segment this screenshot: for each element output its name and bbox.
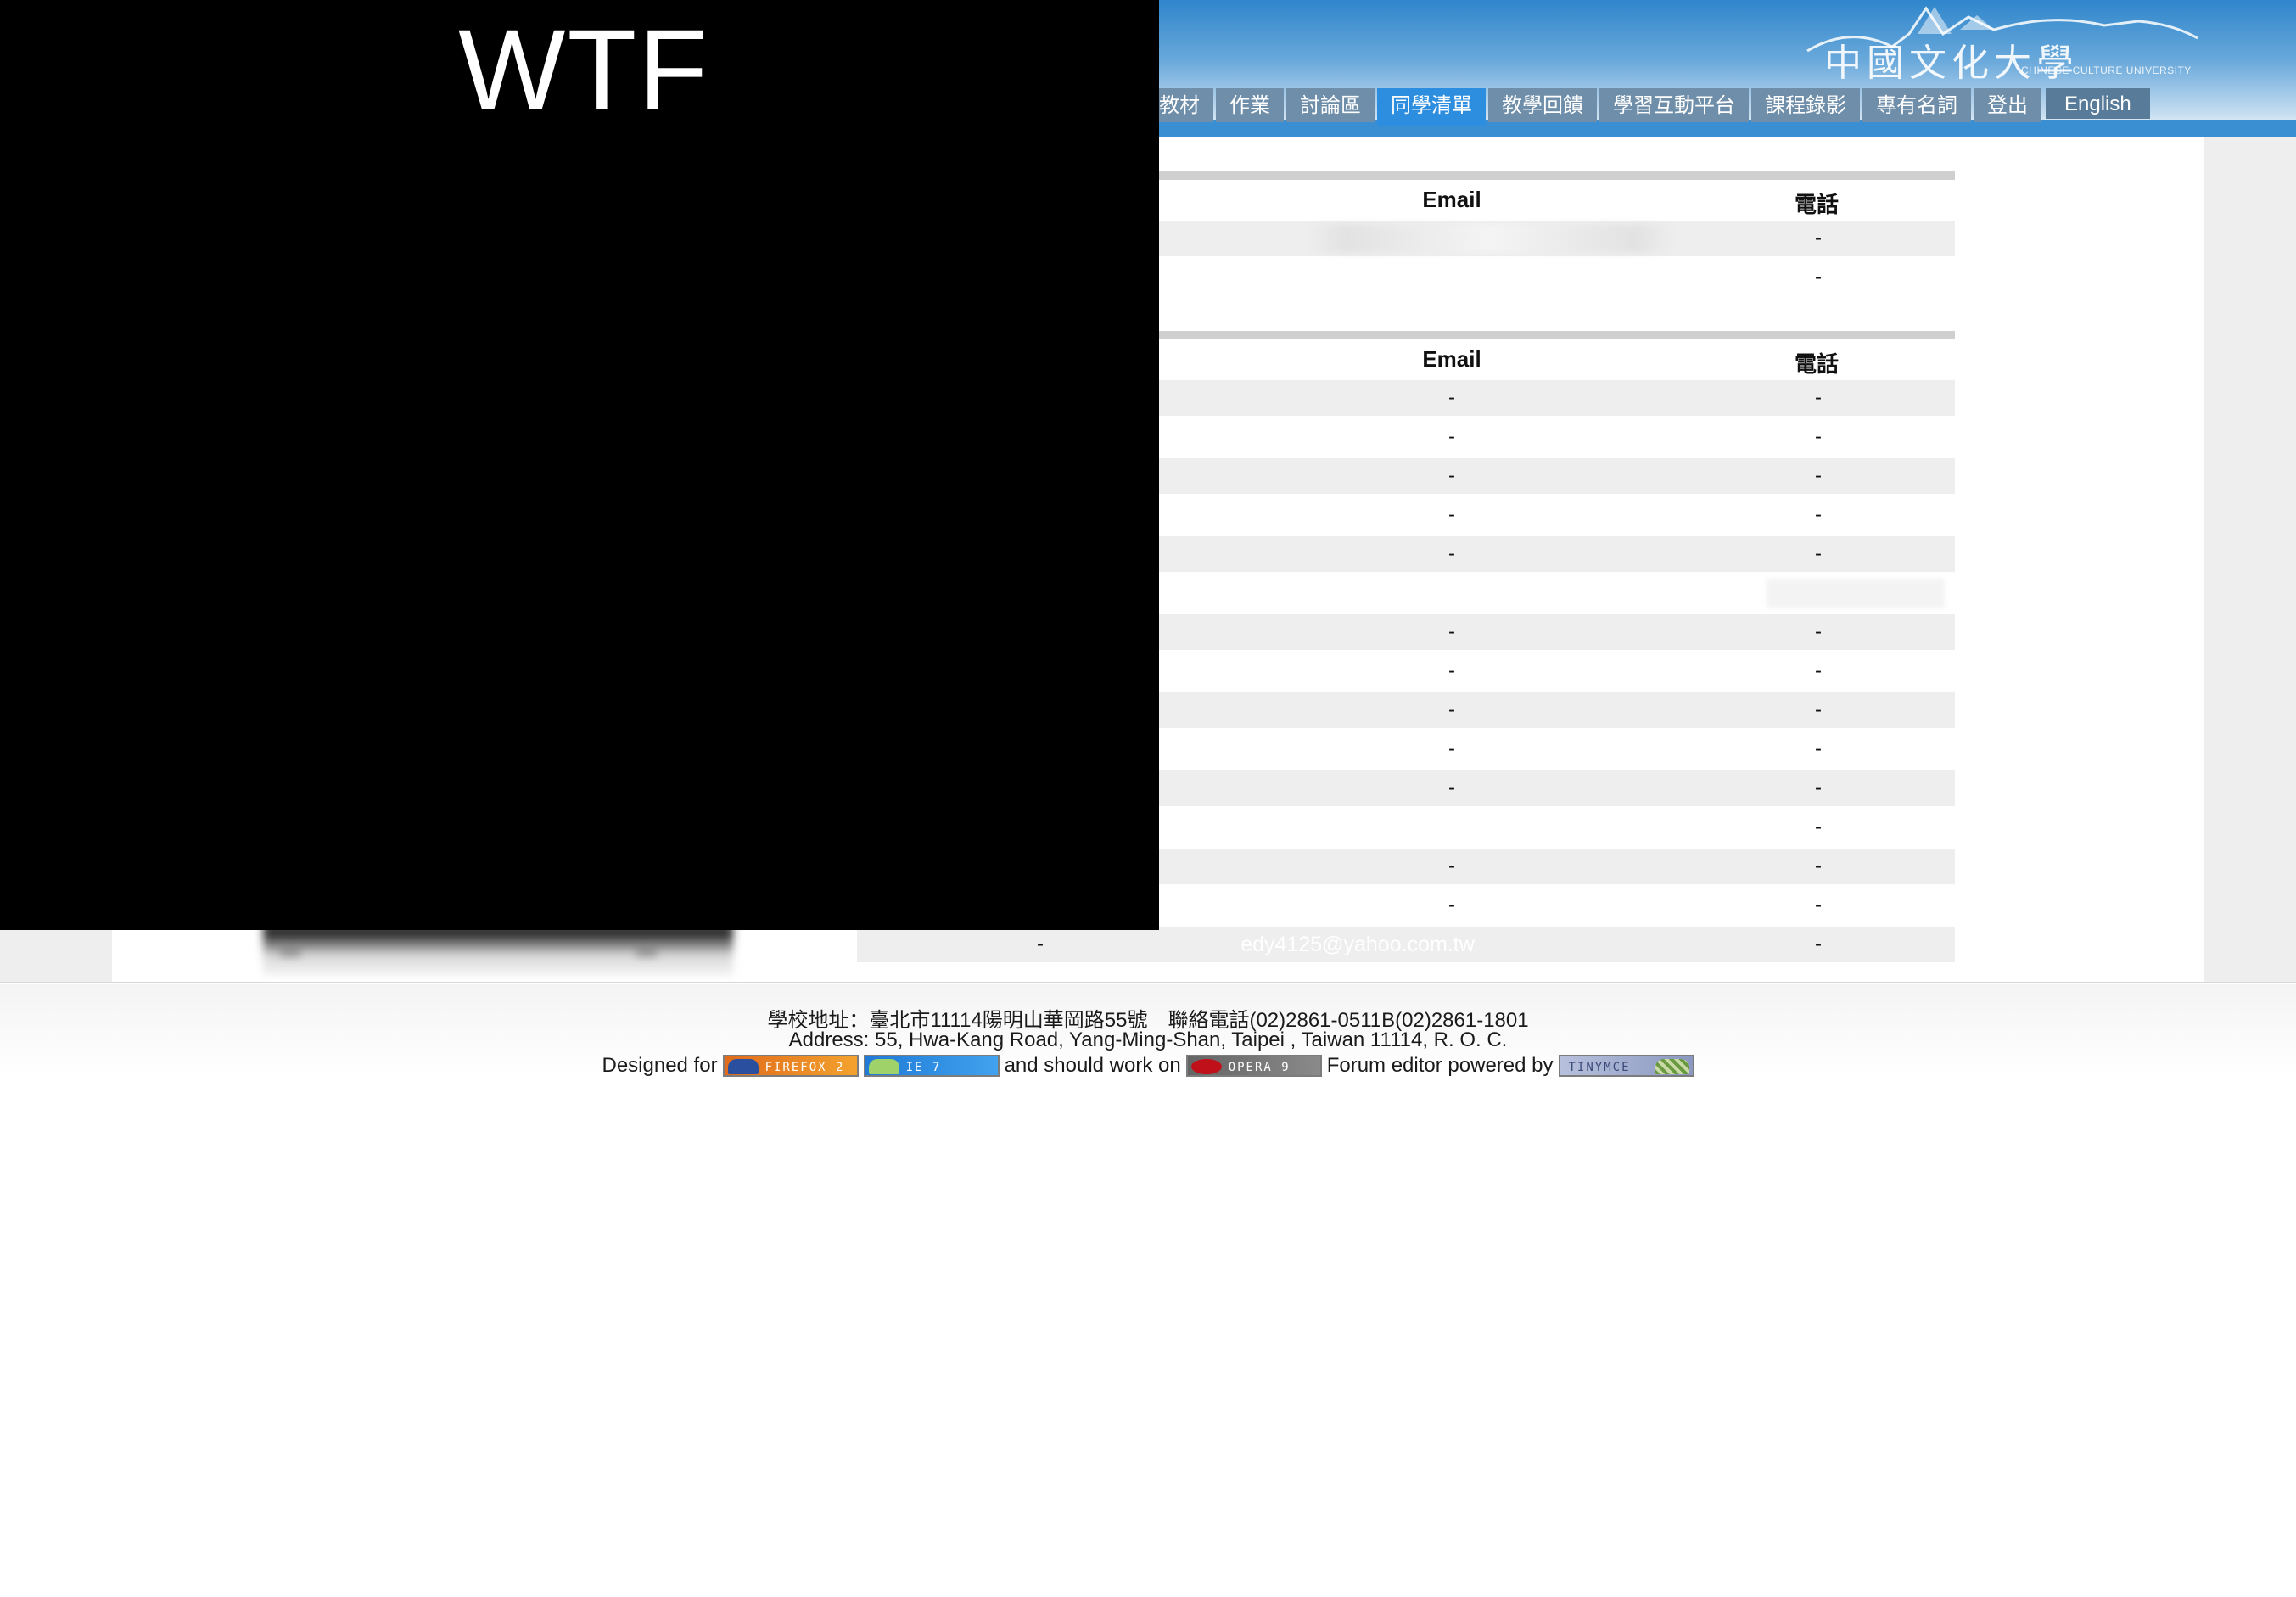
overlay-caption: WTF <box>458 7 710 133</box>
phone-cell: - <box>1815 425 1822 448</box>
footer-address-en: Address: 55, Hwa-Kang Road, Yang-Ming-Sh… <box>788 1028 1508 1051</box>
designed-for-text: Designed for <box>602 1054 718 1077</box>
phone-cell: - <box>1815 815 1822 838</box>
footer-browser-line: Designed for FIREFOX 2 IE 7 and should w… <box>0 1054 2296 1078</box>
email-cell: - <box>1448 542 1455 565</box>
tab-forum[interactable]: 討論區 <box>1286 88 1375 122</box>
phone-cell: - <box>1815 933 1822 955</box>
ie-badge[interactable]: IE 7 <box>863 1055 1000 1077</box>
phone-cell: - <box>1815 659 1822 682</box>
right-gutter <box>2204 136 2296 982</box>
email-cell: - <box>1448 620 1455 643</box>
should-work-on-text: and should work on <box>1004 1054 1181 1077</box>
table1-email-header: Email <box>1422 187 1481 212</box>
phone-cell: - <box>1815 894 1822 916</box>
forum-editor-text: Forum editor powered by <box>1326 1054 1554 1077</box>
table-row: - edy4125@yahoo.com.tw - <box>857 927 1955 962</box>
phone-cell: - <box>1815 542 1822 565</box>
table1-top-border <box>1049 171 1955 180</box>
tinymce-icon <box>1655 1059 1689 1074</box>
table2-phone-header: 電話 <box>1794 351 1839 377</box>
table2-top-border <box>1049 331 1955 339</box>
phone-cell: - <box>1815 266 1822 289</box>
opera-badge[interactable]: OPERA 9 <box>1185 1055 1322 1077</box>
redacted-text: ▬ <box>636 939 657 961</box>
tab-interactive-platform[interactable]: 學習互動平台 <box>1599 88 1749 122</box>
phone-cell: - <box>1815 776 1822 799</box>
redacted-text: ▬ <box>280 939 300 961</box>
tinymce-badge-label: TINYMCE <box>1568 1061 1631 1074</box>
email-cell: - <box>1448 659 1455 682</box>
email-cell: - <box>1448 386 1455 409</box>
redacted-name-fragment: ▬ ▬ <box>263 925 733 976</box>
firefox-icon <box>727 1059 759 1074</box>
email-cell: - <box>1448 503 1455 526</box>
firefox-badge-label: FIREFOX 2 <box>764 1061 845 1074</box>
phone-cell: - <box>1815 227 1822 249</box>
tinymce-badge[interactable]: TINYMCE <box>1558 1055 1694 1077</box>
firefox-badge[interactable]: FIREFOX 2 <box>722 1055 859 1077</box>
email-cell: - <box>1448 698 1455 721</box>
opera-badge-label: OPERA 9 <box>1228 1061 1291 1074</box>
email-cell: - <box>1448 855 1455 877</box>
logo-chinese-text: 中國文化大學 <box>1824 42 2079 85</box>
email-cell: - <box>1448 425 1455 448</box>
email-cell: - <box>1448 776 1455 799</box>
footer-divider <box>0 982 2296 983</box>
table2-email-header: Email <box>1422 346 1481 372</box>
logo-english-text: CHINESE CULTURE UNIVERSITY <box>2021 64 2192 76</box>
table1-phone-header: 電話 <box>1794 192 1839 217</box>
ie-badge-label: IE 7 <box>905 1061 942 1074</box>
opera-icon <box>1190 1059 1222 1074</box>
redaction-overlay: WTF <box>0 0 1159 930</box>
phone-cell: - <box>1815 737 1822 760</box>
phone-cell: - <box>1815 464 1822 487</box>
phone-cell: - <box>1815 503 1822 526</box>
tab-feedback[interactable]: 教學回饋 <box>1488 88 1597 122</box>
email-cell: - <box>1448 737 1455 760</box>
email-cell: - <box>1448 464 1455 487</box>
phone-cell: - <box>1815 698 1822 721</box>
phone-cell: - <box>1815 620 1822 643</box>
phone-cell: - <box>1815 386 1822 409</box>
tab-glossary[interactable]: 專有名詞 <box>1862 88 1971 122</box>
tab-homework[interactable]: 作業 <box>1216 88 1284 122</box>
tab-classmates[interactable]: 同學清單 <box>1377 88 1486 126</box>
phone-cell: - <box>1815 855 1822 877</box>
ie-icon <box>868 1059 899 1074</box>
email-link[interactable]: edy4125@yahoo.com.tw <box>1120 927 1595 962</box>
tab-materials[interactable]: 教材 <box>1159 88 1213 122</box>
dash-cell: - <box>1037 933 1044 955</box>
redacted-phone <box>1767 579 1945 608</box>
tab-logout[interactable]: 登出 <box>1974 88 2041 122</box>
university-logo[interactable]: 中國文化大學 CHINESE CULTURE UNIVERSITY <box>1799 0 2206 85</box>
redacted-email <box>1308 224 1673 253</box>
site-footer: 學校地址：臺北市11114陽明山華岡路55號 聯絡電話(02)2861-0511… <box>0 984 2296 1078</box>
email-cell: - <box>1448 894 1455 916</box>
course-nav: 教材 作業 討論區 同學清單 教學回饋 學習互動平台 課程錄影 專有名詞 登出 … <box>1159 88 2153 126</box>
tab-course-recordings[interactable]: 課程錄影 <box>1751 88 1860 122</box>
tab-english[interactable]: English <box>2046 88 2150 119</box>
